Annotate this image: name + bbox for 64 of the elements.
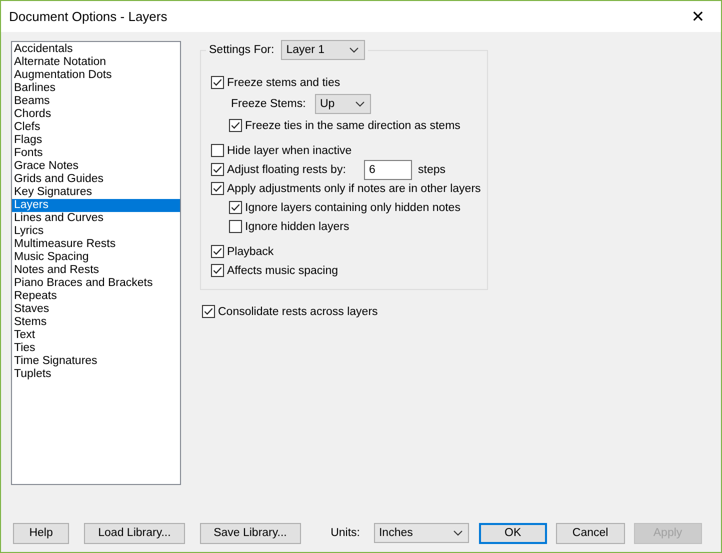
- layer-dropdown[interactable]: Layer 1: [281, 40, 366, 60]
- list-item[interactable]: Key Signatures: [12, 186, 180, 199]
- list-item[interactable]: Repeats: [12, 290, 180, 303]
- close-button[interactable]: ✕: [675, 2, 721, 32]
- checkbox[interactable]: [229, 220, 242, 233]
- dialog-button[interactable]: Save Library...: [200, 522, 301, 544]
- list-item[interactable]: Grace Notes: [12, 160, 180, 173]
- checkbox[interactable]: [211, 144, 224, 157]
- checkbox-label[interactable]: Adjust floating rests by:: [227, 164, 364, 176]
- list-item[interactable]: Chords: [12, 108, 180, 121]
- checkbox[interactable]: [229, 119, 242, 132]
- list-item[interactable]: Accidentals: [12, 43, 180, 56]
- list-item[interactable]: Lines and Curves: [12, 212, 180, 225]
- unit-label: steps: [418, 164, 446, 176]
- checkbox[interactable]: [202, 305, 215, 318]
- units-dropdown[interactable]: Inches: [374, 523, 469, 543]
- dialog-button[interactable]: Load Library...: [84, 522, 185, 544]
- field-label: Units:: [330, 527, 360, 539]
- dialog-button[interactable]: Help: [13, 522, 70, 544]
- chevron-icon: [355, 101, 365, 107]
- list-item[interactable]: Tuplets: [12, 368, 180, 381]
- chevron-icon: [349, 47, 360, 53]
- list-item[interactable]: Grids and Guides: [12, 173, 180, 186]
- list-item[interactable]: Lyrics: [12, 225, 180, 238]
- dialog-button[interactable]: Cancel: [556, 522, 625, 544]
- list-item[interactable]: Time Signatures: [12, 355, 180, 368]
- stems-dropdown[interactable]: Up: [315, 94, 371, 114]
- list-item[interactable]: Music Spacing: [12, 251, 180, 264]
- list-item[interactable]: Fonts: [12, 147, 180, 160]
- list-item[interactable]: Text: [12, 329, 180, 342]
- checkbox-label[interactable]: Consolidate rests across layers: [218, 306, 378, 318]
- dialog-button[interactable]: OK: [478, 522, 548, 544]
- checkbox[interactable]: [211, 76, 224, 89]
- list-item[interactable]: Clefs: [12, 121, 180, 134]
- checkbox[interactable]: [211, 163, 224, 176]
- window-title: Document Options - Layers: [9, 9, 168, 24]
- checkbox-label[interactable]: Ignore layers containing only hidden notes: [245, 202, 460, 214]
- checkbox[interactable]: [211, 264, 224, 277]
- list-item[interactable]: Staves: [12, 303, 180, 316]
- list-item[interactable]: Notes and Rests: [12, 264, 180, 277]
- steps-field[interactable]: 6: [364, 160, 412, 180]
- list-item[interactable]: Augmentation Dots: [12, 69, 180, 82]
- list-item[interactable]: Alternate Notation: [12, 56, 180, 69]
- checkbox[interactable]: [229, 201, 242, 214]
- checkbox-label[interactable]: Ignore hidden layers: [245, 220, 350, 232]
- checkbox[interactable]: [211, 245, 224, 258]
- list-item[interactable]: Multimeasure Rests: [12, 238, 180, 251]
- list-item[interactable]: Ties: [12, 342, 180, 355]
- checkbox-label[interactable]: Freeze ties in the same direction as stems: [245, 120, 460, 132]
- checkbox[interactable]: [211, 182, 224, 195]
- list-item[interactable]: Beams: [12, 95, 180, 108]
- list-item[interactable]: Flags: [12, 134, 180, 147]
- checkbox-label[interactable]: Playback: [227, 246, 274, 258]
- list-item[interactable]: Barlines: [12, 82, 180, 95]
- list-item[interactable]: Piano Braces and Brackets: [12, 277, 180, 290]
- field-label: Settings For:: [209, 44, 274, 56]
- checkbox-label[interactable]: Affects music spacing: [227, 264, 338, 276]
- checkbox-label[interactable]: Freeze stems and ties: [227, 76, 340, 88]
- field-label: Freeze Stems:: [231, 98, 307, 110]
- list-item[interactable]: Layers: [12, 199, 180, 212]
- list-item[interactable]: Stems: [12, 316, 180, 329]
- checkbox-label[interactable]: Apply adjustments only if notes are in other layers: [227, 182, 481, 194]
- chevron-icon: [452, 530, 463, 536]
- checkbox-label[interactable]: Hide layer when inactive: [227, 144, 352, 156]
